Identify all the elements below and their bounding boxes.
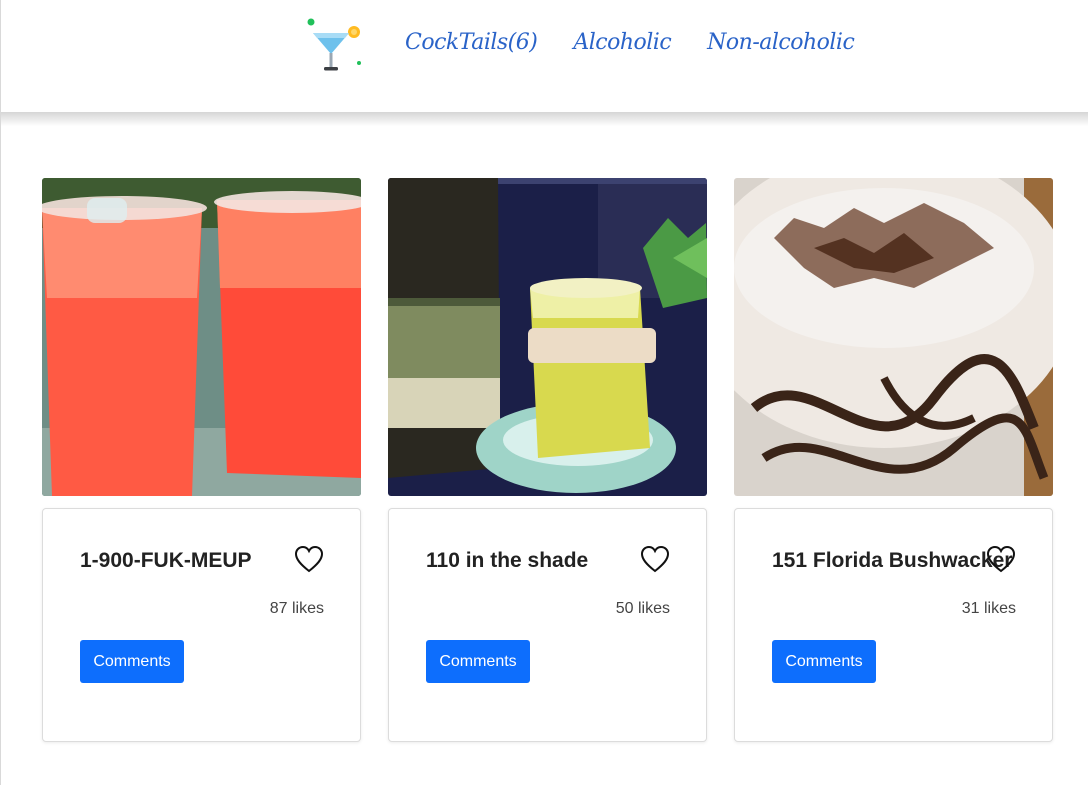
top-navbar: CockTails(6) Alcoholic Non-alcoholic bbox=[1, 0, 1088, 112]
heart-icon[interactable] bbox=[294, 545, 324, 573]
heart-icon[interactable] bbox=[640, 545, 670, 573]
comments-button[interactable]: Comments bbox=[80, 640, 184, 683]
nav-link-alcoholic[interactable]: Alcoholic bbox=[573, 30, 671, 55]
cocktail-card: 110 in the shade 50 likes Comments bbox=[388, 508, 707, 742]
cocktail-image-chocolate-shake[interactable] bbox=[734, 178, 1053, 496]
cocktail-title[interactable]: 110 in the shade bbox=[426, 549, 588, 573]
comments-button[interactable]: Comments bbox=[426, 640, 530, 683]
cocktail-card: 1-900-FUK-MEUP 87 likes Comments bbox=[42, 508, 361, 742]
nav-link-cocktails[interactable]: CockTails(6) bbox=[405, 30, 538, 55]
cocktail-image-red-punch[interactable] bbox=[42, 178, 361, 496]
likes-count: 87 likes bbox=[269, 600, 324, 617]
nav-links: CockTails(6) Alcoholic Non-alcoholic bbox=[405, 30, 855, 55]
likes-count: 50 likes bbox=[615, 600, 670, 617]
nav-link-non-alcoholic[interactable]: Non-alcoholic bbox=[707, 30, 855, 55]
cocktail-title[interactable]: 1-900-FUK-MEUP bbox=[80, 549, 252, 573]
cocktail-logo-icon[interactable] bbox=[301, 14, 365, 78]
navbar-shadow bbox=[1, 112, 1088, 126]
cocktail-card: 151 Florida Bushwacker 31 likes Comments bbox=[734, 508, 1053, 742]
heart-icon[interactable] bbox=[986, 545, 1016, 573]
cocktail-title[interactable]: 151 Florida Bushwacker bbox=[772, 549, 1012, 573]
cocktail-image-yellow-drink[interactable] bbox=[388, 178, 707, 496]
likes-count: 31 likes bbox=[961, 600, 1016, 617]
comments-button[interactable]: Comments bbox=[772, 640, 876, 683]
